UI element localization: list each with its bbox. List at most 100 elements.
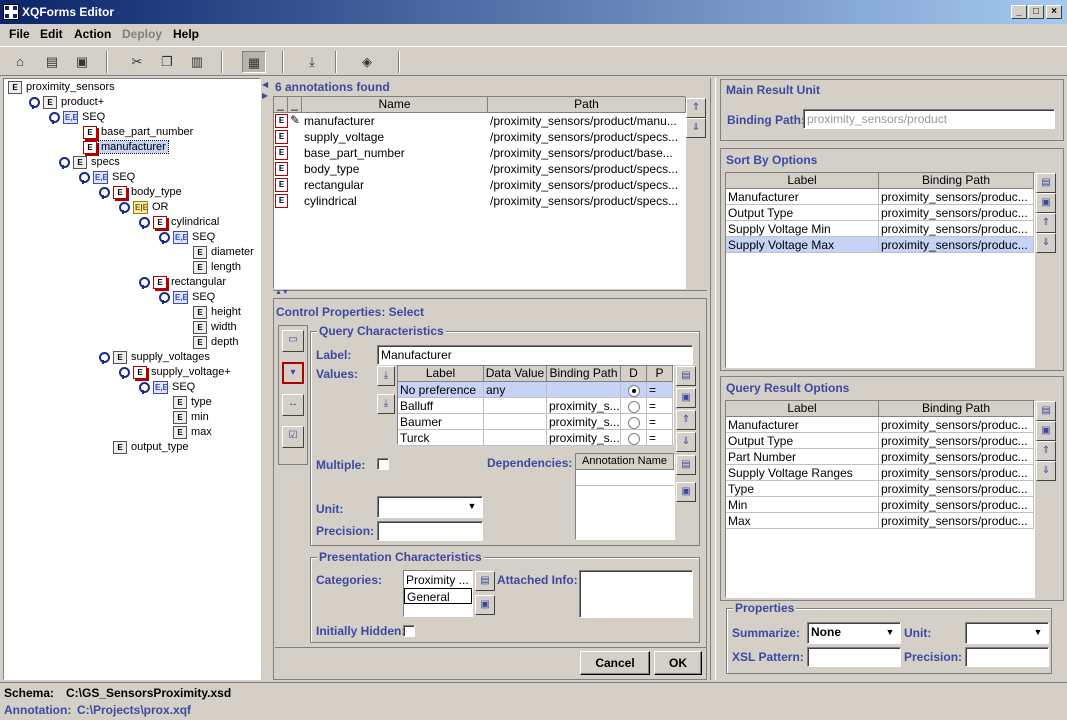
expand-handle-icon[interactable]: [78, 171, 90, 184]
query-result-table[interactable]: Label Binding Path Manufacturer proximity…: [725, 400, 1035, 598]
prop-precision-input[interactable]: [965, 647, 1049, 667]
unit-combo[interactable]: ▼: [377, 496, 483, 518]
category-item[interactable]: General: [404, 588, 472, 604]
expand-handle-icon[interactable]: [118, 201, 130, 214]
select-control-icon[interactable]: ▾: [282, 362, 304, 384]
move-down-icon[interactable]: ⇓: [686, 118, 706, 138]
import-icon[interactable]: ⤓: [300, 51, 324, 73]
tree-node[interactable]: Eheight: [178, 305, 243, 320]
expand-right-icon[interactable]: ▶: [262, 91, 268, 100]
remove-sort-icon[interactable]: ▣: [1036, 193, 1056, 213]
tree-node[interactable]: Ebody_type: [98, 185, 184, 200]
precision-input[interactable]: [377, 521, 483, 541]
ok-button[interactable]: OK: [654, 651, 702, 675]
tree-node[interactable]: Etype: [158, 395, 214, 410]
remove-category-icon[interactable]: ▣: [475, 595, 495, 615]
tree-node[interactable]: Eoutput_type: [98, 440, 191, 455]
import-values2-icon[interactable]: ⤓: [377, 394, 395, 414]
default-radio[interactable]: [621, 398, 647, 414]
tree-node[interactable]: E|E OR: [118, 200, 171, 215]
add-value-icon[interactable]: ▤: [676, 366, 696, 386]
tree-node[interactable]: Eproximity_sensors: [8, 80, 117, 95]
value-up-icon[interactable]: ⇑: [676, 410, 696, 430]
tree-node[interactable]: Ediameter: [178, 245, 256, 260]
values-col-data[interactable]: Data Value: [484, 366, 547, 382]
value-down-icon[interactable]: ⇓: [676, 432, 696, 452]
tree-node[interactable]: E,E SEQ: [48, 110, 107, 125]
tree-node[interactable]: Emax: [158, 425, 214, 440]
expand-handle-icon[interactable]: [118, 366, 130, 379]
values-col-label[interactable]: Label: [398, 366, 484, 382]
menu-action[interactable]: Action: [74, 27, 111, 41]
open-icon[interactable]: ⌂: [8, 51, 32, 73]
values-col-d[interactable]: D: [621, 366, 647, 382]
expand-handle-icon[interactable]: [58, 156, 70, 169]
dependencies-table[interactable]: Annotation Name: [575, 453, 675, 540]
import-values-icon[interactable]: ⤓: [377, 366, 395, 386]
expand-handle-icon[interactable]: [98, 351, 110, 364]
tree-node[interactable]: Especs: [58, 155, 122, 170]
maximize-button[interactable]: □: [1028, 5, 1044, 19]
tree-node[interactable]: Eproduct+: [28, 95, 106, 110]
col-name[interactable]: Name: [302, 97, 488, 113]
paste-icon[interactable]: ▥: [185, 51, 209, 73]
cut-icon[interactable]: ✂: [125, 51, 149, 73]
default-radio[interactable]: [621, 414, 647, 430]
prop-unit-combo[interactable]: ▼: [965, 622, 1049, 644]
col-path[interactable]: Path: [488, 97, 686, 113]
title-bar[interactable]: XQForms Editor _ □ ×: [0, 0, 1067, 24]
sort-col-path[interactable]: Binding Path: [879, 173, 1034, 189]
collapse-left-icon[interactable]: ◀: [262, 80, 268, 89]
values-col-p[interactable]: P: [647, 366, 673, 382]
cancel-button[interactable]: Cancel: [580, 651, 650, 675]
result-down-icon[interactable]: ⇓: [1036, 461, 1056, 481]
tree-node[interactable]: E,E SEQ: [158, 290, 217, 305]
tree-node[interactable]: E,E SEQ: [78, 170, 137, 185]
checkbox-control-icon[interactable]: ☑: [282, 426, 304, 448]
menu-help[interactable]: Help: [173, 27, 199, 41]
sort-down-icon[interactable]: ⇓: [1036, 233, 1056, 253]
tree-node[interactable]: Ebase_part_number: [68, 125, 195, 140]
sort-col-label[interactable]: Label: [726, 173, 879, 189]
horizontal-splitter[interactable]: ▲▼: [273, 289, 707, 297]
xsl-pattern-input[interactable]: [807, 647, 901, 667]
form-icon[interactable]: ▦: [242, 51, 266, 73]
expand-handle-icon[interactable]: [138, 216, 150, 229]
tree-node[interactable]: Elength: [178, 260, 243, 275]
initially-hidden-checkbox[interactable]: [403, 625, 415, 637]
default-radio[interactable]: [621, 382, 647, 398]
tree-node[interactable]: E,E SEQ: [138, 380, 197, 395]
expand-handle-icon[interactable]: [98, 186, 110, 199]
result-col-label[interactable]: Label: [726, 401, 879, 417]
attached-info-input[interactable]: [579, 570, 693, 618]
vertical-splitter[interactable]: [710, 78, 716, 680]
result-col-path[interactable]: Binding Path: [879, 401, 1034, 417]
remove-result-icon[interactable]: ▣: [1036, 421, 1056, 441]
schema-tree[interactable]: Eproximity_sensors Eproduct+ E,E SEQ Ebase_p…: [3, 78, 261, 680]
menu-file[interactable]: File: [9, 27, 30, 41]
add-category-icon[interactable]: ▤: [475, 571, 495, 591]
expand-handle-icon[interactable]: [28, 96, 40, 109]
copy-icon[interactable]: ❐: [155, 51, 179, 73]
tree-node[interactable]: E,E SEQ: [158, 230, 217, 245]
tree-splitter[interactable]: ◀ ▶: [262, 78, 270, 680]
close-button[interactable]: ×: [1046, 5, 1062, 19]
summarize-combo[interactable]: None ▼: [807, 622, 901, 644]
tree-node[interactable]: Ewidth: [178, 320, 239, 335]
category-item[interactable]: Proximity ...: [405, 572, 469, 588]
minimize-button[interactable]: _: [1011, 5, 1027, 19]
textfield-control-icon[interactable]: ▭: [282, 330, 304, 352]
expand-handle-icon[interactable]: [158, 291, 170, 304]
range-control-icon[interactable]: ↔: [282, 394, 304, 416]
menu-edit[interactable]: Edit: [40, 27, 63, 41]
tree-node[interactable]: Emin: [158, 410, 211, 425]
add-dependency-icon[interactable]: ▤: [676, 455, 696, 475]
add-result-icon[interactable]: ▤: [1036, 401, 1056, 421]
tree-node[interactable]: Emanufacturer: [68, 140, 169, 155]
default-radio[interactable]: [621, 430, 647, 446]
save-icon[interactable]: ▣: [70, 51, 94, 73]
tree-node[interactable]: Edepth: [178, 335, 241, 350]
move-up-icon[interactable]: ⇑: [686, 98, 706, 118]
add-sort-icon[interactable]: ▤: [1036, 173, 1056, 193]
tree-node[interactable]: Esupply_voltage+: [118, 365, 233, 380]
